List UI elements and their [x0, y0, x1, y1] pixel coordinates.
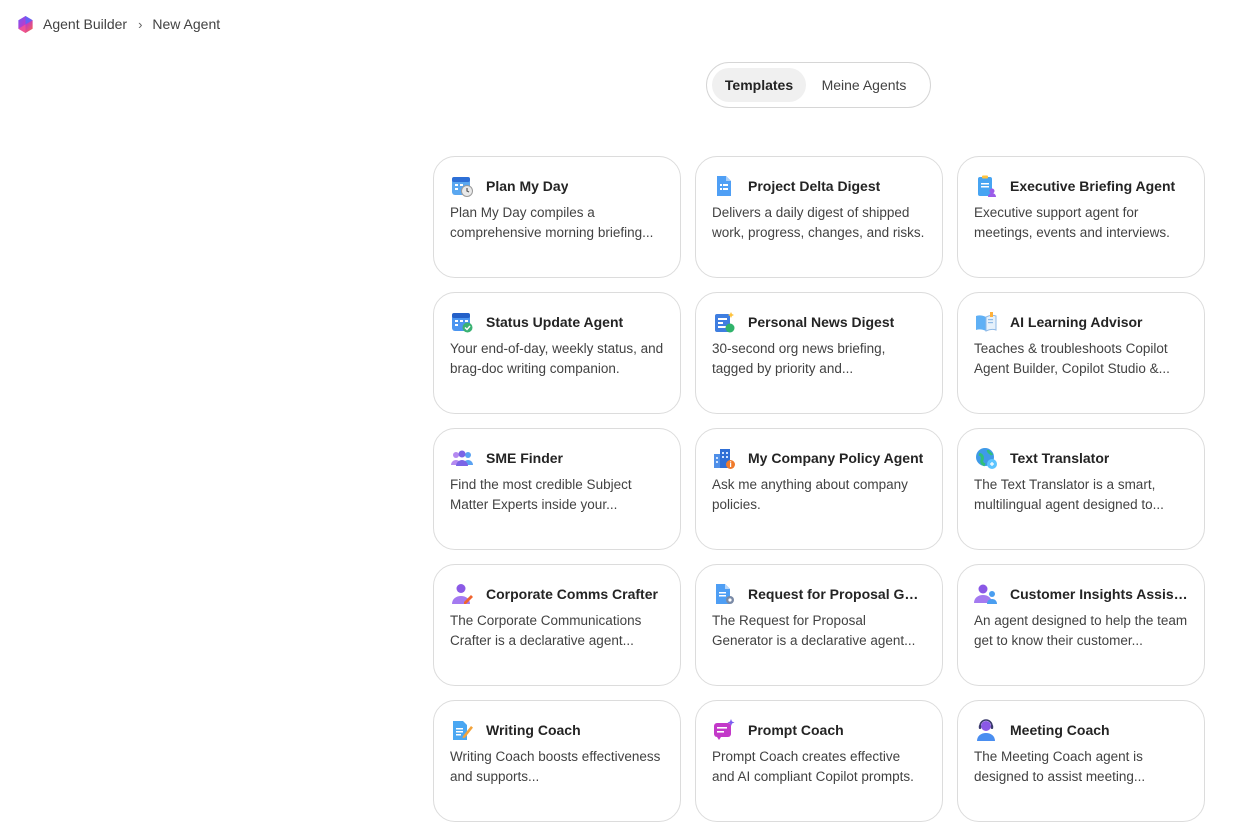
card-title: Plan My Day — [486, 178, 569, 194]
card-header: Text Translator — [974, 445, 1188, 471]
card-description: The Meeting Coach agent is designed to a… — [974, 749, 1146, 784]
tab-switcher: Templates Meine Agents — [706, 62, 931, 108]
template-card[interactable]: Executive Briefing Agent Executive suppor… — [957, 156, 1205, 278]
card-title: SME Finder — [486, 450, 564, 466]
card-description: Teaches & troubleshoots Copilot Agent Bu… — [974, 341, 1170, 376]
template-card[interactable]: Meeting Coach The Meeting Coach agent is … — [957, 700, 1205, 822]
template-card[interactable]: Writing Coach Writing Coach boosts effect… — [433, 700, 681, 822]
card-header: Writing Coach — [450, 717, 664, 743]
card-header: SME Finder — [450, 445, 664, 471]
card-header: Customer Insights Assistant — [974, 581, 1188, 607]
card-header: My Company Policy Agent — [712, 445, 926, 471]
calendar-clock-icon — [450, 174, 474, 198]
card-header: Meeting Coach — [974, 717, 1188, 743]
template-card[interactable]: SME Finder Find the most credible Subject… — [433, 428, 681, 550]
card-description: An agent designed to help the team get t… — [974, 613, 1188, 648]
card-description: Ask me anything about company policies. — [712, 477, 908, 512]
card-header: Prompt Coach — [712, 717, 926, 743]
card-description: Writing Coach boosts effectiveness and s… — [450, 749, 661, 784]
card-description: The Text Translator is a smart, multilin… — [974, 477, 1164, 512]
tab-my-agents[interactable]: Meine Agents — [808, 68, 920, 102]
chevron-right-icon: › — [138, 16, 143, 32]
template-grid: Plan My Day Plan My Day compiles a compre… — [433, 156, 1205, 822]
card-header: Plan My Day — [450, 173, 664, 199]
template-card[interactable]: Text Translator The Text Translator is a … — [957, 428, 1205, 550]
template-card[interactable]: Plan My Day Plan My Day compiles a compre… — [433, 156, 681, 278]
card-header: Corporate Comms Crafter — [450, 581, 664, 607]
template-card[interactable]: Status Update Agent Your end-of-day, week… — [433, 292, 681, 414]
card-title: Corporate Comms Crafter — [486, 586, 658, 602]
card-description: Prompt Coach creates effective and AI co… — [712, 749, 914, 784]
calendar-check-icon — [450, 310, 474, 334]
card-title: Executive Briefing Agent — [1010, 178, 1176, 194]
card-description: Find the most credible Subject Matter Ex… — [450, 477, 632, 512]
template-card[interactable]: AI Learning Advisor Teaches & troubleshoo… — [957, 292, 1205, 414]
card-title: Customer Insights Assistant — [1010, 586, 1188, 602]
card-description: Delivers a daily digest of shipped work,… — [712, 205, 925, 240]
person-headset-icon — [974, 718, 998, 742]
card-header: Request for Proposal Gen... — [712, 581, 926, 607]
document-pen-icon — [450, 718, 474, 742]
person-pair-icon — [974, 582, 998, 606]
tab-templates[interactable]: Templates — [712, 68, 806, 102]
template-card[interactable]: Prompt Coach Prompt Coach creates effecti… — [695, 700, 943, 822]
template-card[interactable]: Project Delta Digest Delivers a daily dig… — [695, 156, 943, 278]
card-title: Text Translator — [1010, 450, 1110, 466]
person-edit-icon — [450, 582, 474, 606]
breadcrumb: Agent Builder › New Agent — [16, 14, 220, 34]
clipboard-person-icon — [974, 174, 998, 198]
card-title: Meeting Coach — [1010, 722, 1110, 738]
card-title: My Company Policy Agent — [748, 450, 924, 466]
card-header: Personal News Digest — [712, 309, 926, 335]
building-info-icon — [712, 446, 736, 470]
card-title: Project Delta Digest — [748, 178, 881, 194]
card-title: Status Update Agent — [486, 314, 624, 330]
card-title: AI Learning Advisor — [1010, 314, 1143, 330]
open-book-icon — [974, 310, 998, 334]
card-description: 30-second org news briefing, tagged by p… — [712, 341, 886, 376]
breadcrumb-agent-builder[interactable]: Agent Builder — [43, 16, 127, 32]
copilot-logo-icon — [16, 15, 35, 34]
template-card[interactable]: Corporate Comms Crafter The Corporate Com… — [433, 564, 681, 686]
card-description: Plan My Day compiles a comprehensive mor… — [450, 205, 654, 240]
card-title: Writing Coach — [486, 722, 581, 738]
card-header: Executive Briefing Agent — [974, 173, 1188, 199]
card-description: The Request for Proposal Generator is a … — [712, 613, 916, 648]
globe-translate-icon — [974, 446, 998, 470]
template-card[interactable]: Request for Proposal Gen... The Request f… — [695, 564, 943, 686]
card-title: Request for Proposal Gen... — [748, 586, 926, 602]
document-gear-icon — [712, 582, 736, 606]
card-header: Status Update Agent — [450, 309, 664, 335]
card-description: Executive support agent for meetings, ev… — [974, 205, 1170, 240]
card-header: AI Learning Advisor — [974, 309, 1188, 335]
card-description: Your end-of-day, weekly status, and brag… — [450, 341, 664, 376]
chat-sparkle-icon — [712, 718, 736, 742]
document-list-icon — [712, 174, 736, 198]
card-title: Personal News Digest — [748, 314, 895, 330]
people-group-icon — [450, 446, 474, 470]
card-title: Prompt Coach — [748, 722, 844, 738]
template-card[interactable]: My Company Policy Agent Ask me anything a… — [695, 428, 943, 550]
template-card[interactable]: Personal News Digest 30-second org news b… — [695, 292, 943, 414]
card-description: The Corporate Communications Crafter is … — [450, 613, 642, 648]
news-sparkle-icon — [712, 310, 736, 334]
breadcrumb-current: New Agent — [152, 16, 221, 32]
card-header: Project Delta Digest — [712, 173, 926, 199]
template-card[interactable]: Customer Insights Assistant An agent desi… — [957, 564, 1205, 686]
